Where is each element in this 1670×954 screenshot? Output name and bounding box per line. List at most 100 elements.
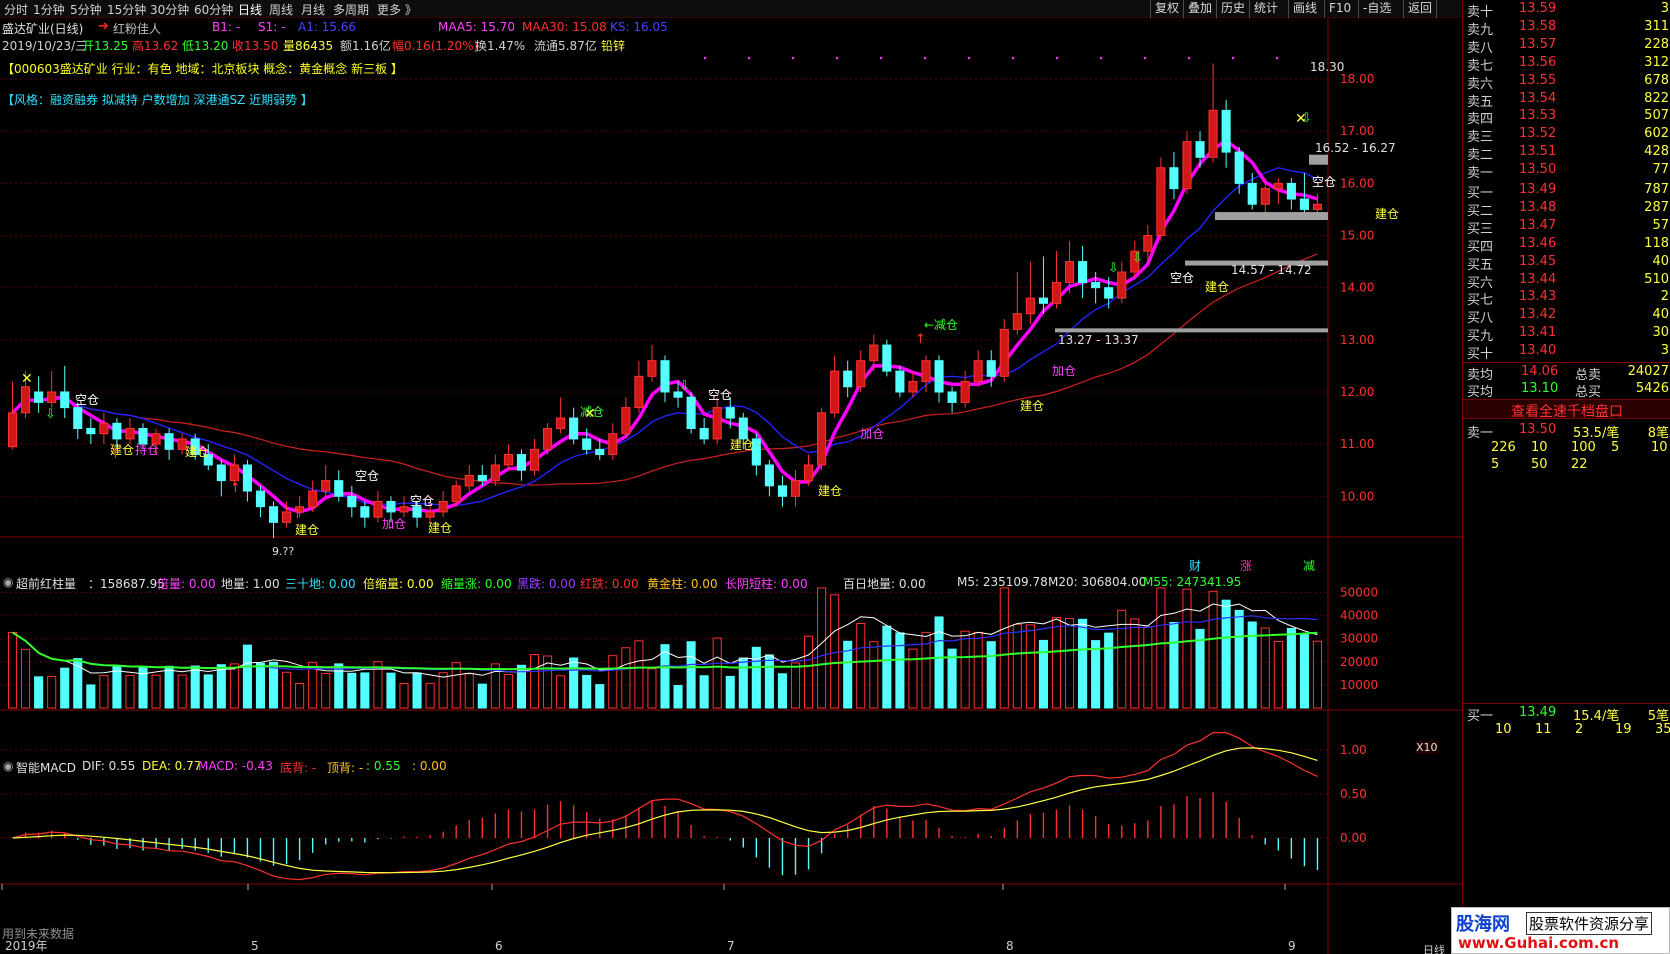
volume-bar: [830, 594, 840, 709]
macd-tick-label: 0.00: [1340, 831, 1367, 845]
level-volume: 40: [1652, 307, 1669, 323]
candle-body: [1038, 297, 1048, 304]
candle-body: [725, 407, 735, 419]
candle-body: [647, 360, 657, 377]
bid-level-row[interactable]: 买六 13.44 510: [1463, 271, 1670, 291]
history-button[interactable]: 历史: [1216, 0, 1249, 18]
tab-more[interactable]: 更多 》: [377, 1, 417, 18]
price-tick-label: 16.00: [1340, 176, 1374, 190]
macd-panel-icon[interactable]: ◉: [3, 759, 13, 773]
statistics-button[interactable]: 统计: [1249, 0, 1282, 18]
ask-level-row[interactable]: 卖二 13.51 428: [1463, 143, 1670, 163]
zone2-label: 14.57 - 14.72: [1231, 263, 1312, 277]
volume-bar: [1169, 621, 1179, 709]
ask-level-row[interactable]: 卖十 13.59 3: [1463, 0, 1670, 20]
tab-30min[interactable]: 30分钟: [150, 1, 189, 18]
macd-v2: : 0.00: [412, 759, 447, 773]
bid-level-row[interactable]: 买十 13.40 3: [1463, 342, 1670, 362]
volume-tick-label: 30000: [1340, 632, 1378, 646]
ask-level-row[interactable]: 卖五 13.54 822: [1463, 90, 1670, 110]
volume-bar: [1156, 587, 1166, 709]
candle-body: [1221, 109, 1231, 153]
level-volume: 678: [1644, 72, 1669, 88]
tab-1min[interactable]: 1分钟: [33, 1, 65, 18]
ask-level-row[interactable]: 卖七 13.56 312: [1463, 54, 1670, 74]
candle-body: [1273, 182, 1283, 190]
view-full-depth-button[interactable]: 查看全速千档盘口: [1463, 399, 1670, 420]
concept-label: 红粉佳人: [113, 22, 162, 36]
volume-tick-label: 10000: [1340, 678, 1378, 692]
ask-level-row[interactable]: 卖三 13.52 602: [1463, 125, 1670, 145]
tab-daily[interactable]: 日线: [238, 1, 262, 18]
legend-beisuo: 倍缩量: 0.00: [363, 577, 434, 591]
tab-15min[interactable]: 15分钟: [107, 1, 146, 18]
stock-chart-app: 分时 1分钟 5分钟 15分钟 30分钟 60分钟 日线 周线 月线 多周期 更…: [0, 0, 1670, 954]
ask-level-row[interactable]: 卖一 13.50 77: [1463, 161, 1670, 181]
volume-bar: [7, 631, 18, 709]
level-price: 13.52: [1519, 126, 1557, 142]
tab-weekly[interactable]: 周线: [269, 1, 293, 18]
volume-bar: [582, 674, 592, 709]
candle-body: [282, 511, 292, 523]
tab-multi-period[interactable]: 多周期: [333, 1, 369, 18]
candle-body: [1091, 281, 1101, 289]
level-price: 13.45: [1519, 253, 1557, 269]
candle-body: [1195, 141, 1205, 158]
tab-5min[interactable]: 5分钟: [70, 1, 102, 18]
bid-level-row[interactable]: 买二 13.48 287: [1463, 199, 1670, 219]
ask-level-row[interactable]: 卖四 13.53 507: [1463, 107, 1670, 127]
ask-level-row[interactable]: 卖六 13.55 678: [1463, 72, 1670, 92]
queue-volume: 5: [1611, 440, 1620, 455]
favorites-button[interactable]: -自选: [1358, 0, 1395, 18]
bid-level-row[interactable]: 买四 13.46 118: [1463, 235, 1670, 255]
volume-bar: [725, 675, 735, 709]
back-button[interactable]: 返回: [1403, 0, 1438, 18]
level-volume: 3: [1660, 1, 1669, 16]
bid-level-row[interactable]: 买三 13.47 57: [1463, 217, 1670, 237]
sell-arrow-icon: ⇩: [679, 379, 690, 394]
volume-bar: [869, 641, 879, 709]
queue-volume: 11: [1535, 722, 1552, 737]
candle-body: [216, 464, 226, 482]
sell-arrow-icon: ⇩: [1108, 261, 1119, 276]
bid-level-row[interactable]: 买五 13.45 40: [1463, 253, 1670, 273]
queue-volume: 10: [1651, 440, 1668, 455]
price-tick-label: 15.00: [1340, 229, 1374, 243]
candle-body: [1312, 203, 1323, 210]
bid-level-row[interactable]: 买一 13.49 787: [1463, 181, 1670, 201]
candle-body: [1299, 198, 1309, 210]
tab-timeshare[interactable]: 分时: [4, 1, 28, 18]
level-price: 13.59: [1519, 1, 1557, 16]
macd-dif: DIF: 0.55: [82, 759, 136, 773]
amount-value: 额1.16亿: [340, 39, 391, 53]
ask-level-row[interactable]: 卖八 13.57 228: [1463, 36, 1670, 56]
ask-level-row[interactable]: 卖九 13.58 311: [1463, 18, 1670, 38]
kline-chart[interactable]: 18.00 17.00 16.00 15.00 14.00 13.00 12.00 11.00…: [0, 18, 1462, 954]
signal-dot: [879, 56, 883, 60]
queue-volume: 10: [1495, 722, 1512, 737]
tab-monthly[interactable]: 月线: [301, 1, 325, 18]
volume-bar: [255, 662, 266, 709]
candle-body: [1051, 281, 1062, 304]
bid-level-row[interactable]: 买九 13.41 30: [1463, 324, 1670, 344]
volume-bar: [1130, 618, 1140, 709]
restore-rights-button[interactable]: 复权: [1150, 0, 1183, 18]
volume-bar: [177, 674, 187, 709]
candle-body: [960, 381, 970, 403]
draw-line-button[interactable]: 画线: [1288, 0, 1321, 18]
candle-body: [556, 417, 566, 429]
volume-bar: [1182, 588, 1192, 709]
bid-level-row[interactable]: 买八 13.42 40: [1463, 306, 1670, 326]
volume-panel-icon[interactable]: ◉: [3, 575, 13, 589]
legend-m55: M55: 247341.95: [1143, 575, 1242, 589]
macd-v1: : 0.55: [366, 759, 401, 773]
volume-panel-title: 超前红柱量: [16, 577, 77, 591]
legend-diliang: 地量: 1.00: [221, 577, 280, 591]
volume-bar: [1038, 639, 1048, 709]
bid-level-row[interactable]: 买七 13.43 2: [1463, 288, 1670, 308]
x-axis-label: 8: [1006, 939, 1014, 953]
price-tick-label: 11.00: [1340, 437, 1374, 451]
tab-60min[interactable]: 60分钟: [194, 1, 233, 18]
f10-button[interactable]: F10: [1324, 0, 1355, 18]
overlay-button[interactable]: 叠加: [1183, 0, 1216, 18]
